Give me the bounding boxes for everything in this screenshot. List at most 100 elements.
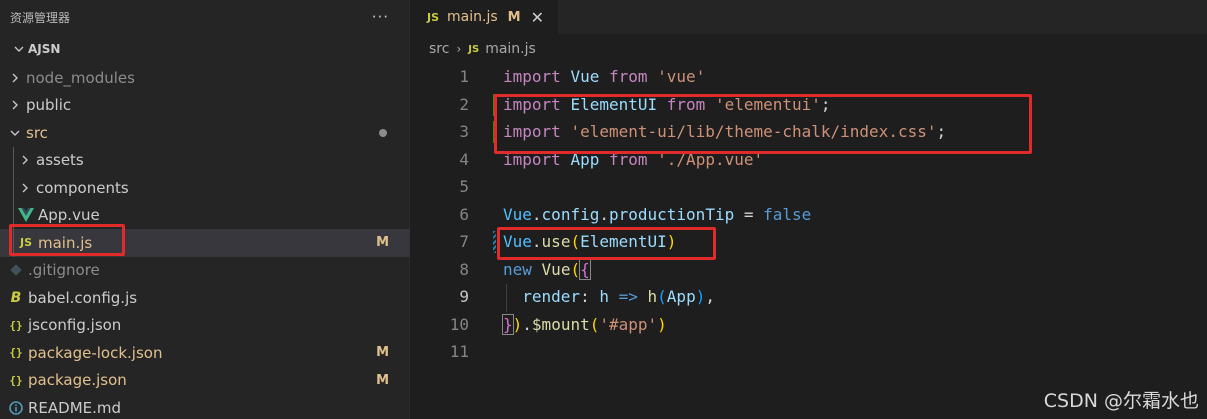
line-number: 2 [459, 94, 469, 114]
json-icon: {} [9, 346, 23, 360]
chevron-down-icon [6, 128, 24, 138]
code-text: new Vue({ [503, 258, 591, 280]
chevron-right-icon [6, 73, 24, 83]
tree-item-label: src [26, 123, 48, 142]
json-icon: {} [9, 318, 23, 332]
code-area[interactable]: 1 import Vue from 'vue' 2 import Element… [411, 63, 1207, 366]
tree-item-main-js[interactable]: JS main.js M [0, 229, 410, 257]
code-line: 10 }).$mount('#app') [411, 311, 1207, 339]
code-line: 11 [411, 338, 1207, 366]
tree-item-package-lock[interactable]: {} package-lock.json M [0, 339, 410, 367]
tree-item-public[interactable]: public [0, 92, 410, 120]
workspace-root-label: AJSN [28, 42, 61, 56]
code-text: import App from './App.vue' [503, 149, 764, 169]
close-icon[interactable]: ✕ [531, 8, 544, 27]
code-line: 8 new Vue({ [411, 256, 1207, 284]
js-icon: JS [19, 236, 32, 250]
indent-guide [506, 284, 507, 312]
indent-guide [13, 229, 14, 257]
tree-item-label: App.vue [38, 206, 100, 225]
tree-item-label: assets [36, 151, 84, 170]
line-number: 8 [459, 259, 469, 279]
file-tree: node_modules public src assets component… [0, 64, 410, 419]
code-line: 7 Vue.use(ElementUI) [411, 228, 1207, 256]
code-text: Vue.config.productionTip = false [503, 204, 812, 224]
editor-pane: JS main.js M ✕ src › JS main.js 1 import… [411, 0, 1207, 419]
tree-item-package-json[interactable]: {} package.json M [0, 367, 410, 395]
code-text: render: h => h(App), [522, 287, 715, 307]
tree-item-gitignore[interactable]: .gitignore [0, 257, 410, 285]
git-status-badge: M [507, 9, 521, 25]
breadcrumb-folder[interactable]: src [429, 41, 449, 57]
tree-item-label: README.md [28, 398, 122, 417]
explorer-sidebar: 资源管理器 ··· AJSN node_modules public src a… [0, 0, 410, 419]
chevron-right-icon [6, 100, 24, 110]
line-number: 4 [459, 149, 469, 169]
code-text: import Vue from 'vue' [503, 67, 706, 87]
git-status-badge: M [376, 372, 389, 388]
tree-item-label: jsconfig.json [28, 316, 122, 335]
tree-item-readme[interactable]: README.md [0, 394, 410, 419]
code-text: }).$mount('#app') [502, 313, 667, 335]
code-line: 5 [411, 173, 1207, 201]
tab-bar: JS main.js M ✕ [411, 0, 1207, 34]
git-status-badge: M [376, 235, 389, 251]
tree-item-label: package-lock.json [28, 343, 163, 362]
tree-item-assets[interactable]: assets [0, 146, 410, 174]
git-icon [6, 264, 26, 276]
modified-gutter-marker [493, 231, 496, 253]
code-text: import 'element-ui/lib/theme-chalk/index… [503, 122, 947, 142]
tree-item-babel-config[interactable]: B babel.config.js [0, 284, 410, 312]
line-number: 6 [459, 204, 469, 224]
added-gutter-marker [493, 93, 496, 116]
json-icon: {} [9, 373, 23, 387]
code-text: import ElementUI from 'elementui'; [503, 94, 831, 114]
indent-guide [13, 146, 14, 174]
line-number: 9 [459, 287, 469, 307]
chevron-down-icon [10, 44, 28, 54]
tab-label: main.js [447, 9, 498, 25]
workspace-root[interactable]: AJSN [0, 37, 409, 61]
line-number: 10 [449, 314, 469, 334]
tree-item-label: babel.config.js [28, 288, 138, 307]
info-icon [6, 400, 26, 415]
tree-item-label: components [36, 178, 129, 197]
added-gutter-marker [493, 121, 496, 143]
code-line: 9 render: h => h(App), [411, 283, 1207, 311]
babel-icon: B [10, 289, 22, 306]
git-status-badge: M [376, 345, 389, 361]
tree-item-app-vue[interactable]: App.vue [0, 201, 410, 229]
tree-item-components[interactable]: components [0, 174, 410, 202]
tree-item-label: package.json [28, 371, 127, 390]
modified-dot-icon [379, 128, 387, 137]
line-number: 1 [459, 67, 469, 87]
tab-main-js[interactable]: JS main.js M ✕ [411, 0, 558, 34]
tree-item-src[interactable]: src [0, 119, 410, 147]
tree-item-label: .gitignore [28, 261, 100, 280]
code-line: 6 Vue.config.productionTip = false [411, 201, 1207, 229]
code-line: 2 import ElementUI from 'elementui'; [411, 91, 1207, 119]
breadcrumb-file[interactable]: main.js [485, 41, 536, 57]
tree-item-label: main.js [38, 233, 93, 252]
chevron-right-icon: › [456, 42, 462, 56]
breadcrumb: src › JS main.js [411, 34, 1207, 64]
js-icon: JS [468, 43, 480, 55]
tree-item-jsconfig[interactable]: {} jsconfig.json [0, 312, 410, 340]
tree-item-node-modules[interactable]: node_modules [0, 64, 410, 92]
js-icon: JS [427, 10, 440, 24]
indent-guide [13, 174, 14, 202]
tree-item-label: public [26, 96, 72, 115]
code-line: 3 import 'element-ui/lib/theme-chalk/ind… [411, 118, 1207, 146]
chevron-right-icon [16, 155, 34, 165]
chevron-right-icon [16, 183, 34, 193]
watermark: CSDN @尔霜水也 [1043, 390, 1199, 412]
explorer-header: 资源管理器 ··· [0, 0, 409, 34]
tree-item-label: node_modules [26, 68, 135, 87]
code-text: Vue.use(ElementUI) [503, 232, 677, 252]
code-line: 4 import App from './App.vue' [411, 146, 1207, 174]
line-number: 7 [459, 232, 469, 252]
more-actions-icon[interactable]: ··· [372, 8, 389, 26]
explorer-title: 资源管理器 [10, 10, 71, 25]
line-number: 5 [459, 177, 469, 197]
line-number: 11 [449, 342, 469, 362]
